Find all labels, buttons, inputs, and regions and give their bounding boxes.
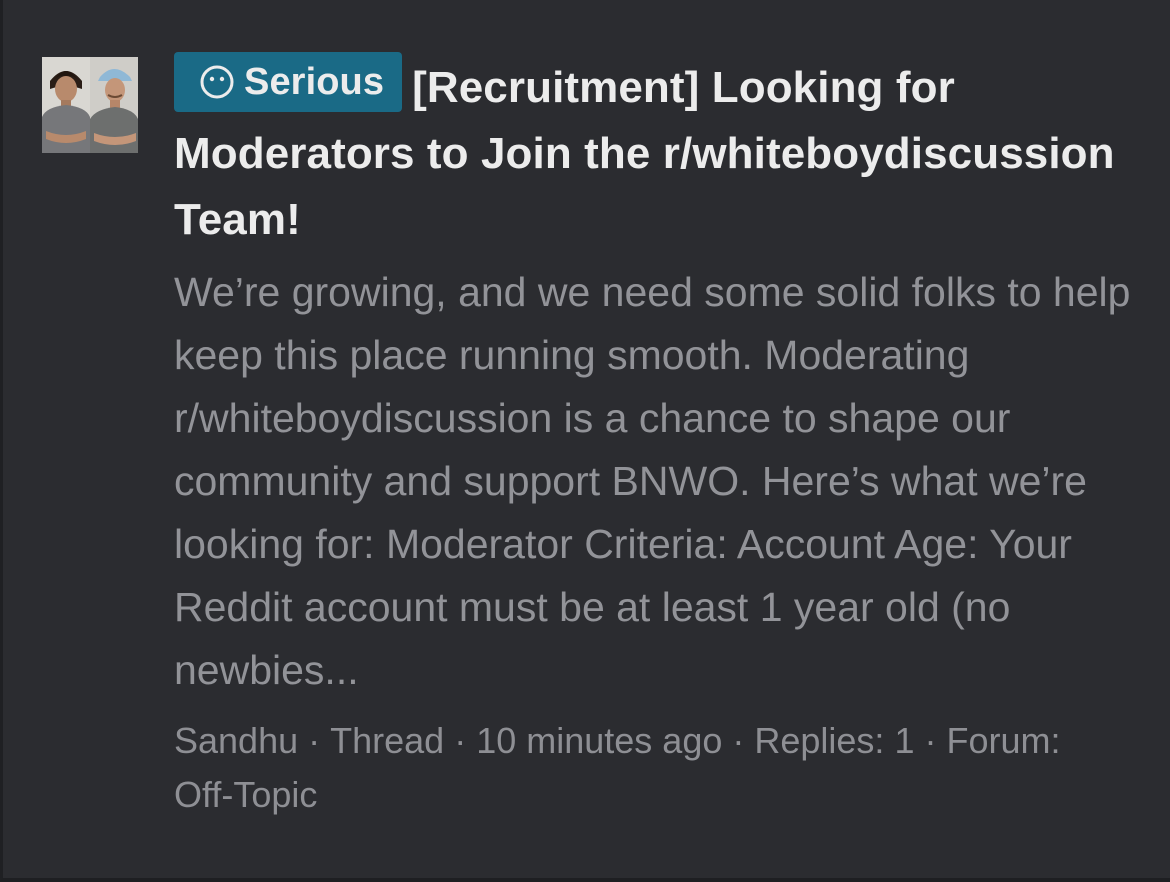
thread-meta: Sandhu · Thread · 10 minutes ago · Replies: 1 ·…: [174, 714, 1139, 822]
neutral-face-icon: [200, 65, 234, 99]
separator-dot: ·: [732, 720, 745, 761]
forum-label: Forum:: [946, 720, 1061, 761]
thread-prefix-badge[interactable]: Serious: [174, 52, 403, 112]
replies-count: 1: [894, 720, 915, 761]
separator-dot: ·: [308, 720, 321, 761]
author-avatar[interactable]: [42, 57, 138, 153]
post-time: 10 minutes ago: [476, 720, 723, 761]
content-type: Thread: [330, 720, 445, 761]
separator-dot: ·: [924, 720, 937, 761]
author-link[interactable]: Sandhu: [174, 720, 298, 761]
thread-result-card: Serious [Recruitment] Looking for Modera…: [0, 0, 1170, 882]
thread-title[interactable]: Serious [Recruitment] Looking for Modera…: [174, 52, 1139, 253]
forum-link[interactable]: Off-Topic: [174, 774, 317, 815]
replies-label: Replies:: [754, 720, 885, 761]
thread-content: Serious [Recruitment] Looking for Modera…: [174, 52, 1139, 822]
separator-dot: ·: [454, 720, 467, 761]
thread-snippet: We’re growing, and we need some solid fo…: [174, 269, 1131, 693]
thread-prefix-label: Serious: [244, 61, 385, 103]
avatar-image: [42, 57, 138, 153]
